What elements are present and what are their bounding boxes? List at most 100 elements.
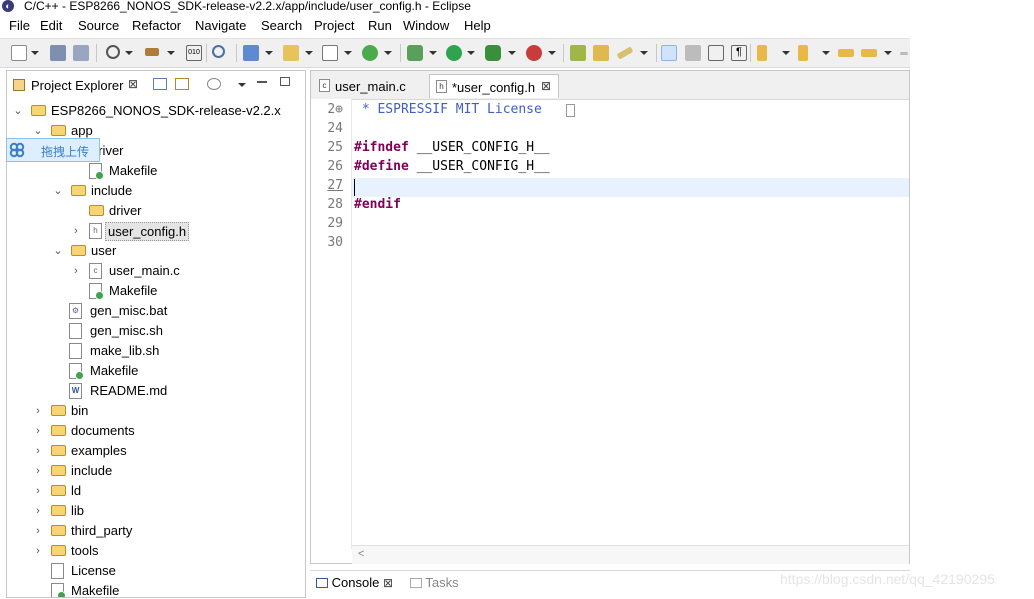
folder-dropdown-icon[interactable] <box>305 51 313 55</box>
run-config-dropdown-icon[interactable] <box>508 51 516 55</box>
tree-item[interactable]: Makefile <box>51 581 303 597</box>
menu-refactor[interactable]: Refactor <box>132 18 181 33</box>
minimize-icon[interactable] <box>257 81 267 83</box>
tree-item[interactable]: › include <box>33 461 303 481</box>
expand-icon[interactable]: › <box>33 421 43 441</box>
save-all-icon[interactable] <box>73 45 89 61</box>
tree-item[interactable]: ⌄ ESP8266_NONOS_SDK-release-v2.2.x <box>13 101 303 121</box>
horizontal-scrollbar[interactable]: < <box>352 545 909 564</box>
tab-console[interactable]: Console ⊠ <box>316 575 393 590</box>
tree-item[interactable]: › lib <box>33 501 303 521</box>
tree-item[interactable]: License <box>51 561 303 581</box>
filter-icon[interactable] <box>207 78 221 90</box>
paragraph-icon[interactable]: ¶ <box>731 45 747 61</box>
menu-file[interactable]: File <box>9 18 30 33</box>
next-annotation-icon[interactable] <box>757 45 767 61</box>
next-annotation-dropdown-icon[interactable] <box>782 51 790 55</box>
close-icon[interactable]: ⊠ <box>128 77 138 91</box>
view-menu-icon[interactable] <box>238 83 246 87</box>
tree-item[interactable]: › tools <box>33 541 303 561</box>
debug-bug-icon[interactable] <box>407 45 423 61</box>
settings-icon[interactable] <box>106 45 120 59</box>
debug-dropdown-icon[interactable] <box>429 51 437 55</box>
save-icon[interactable] <box>50 45 66 61</box>
build-dropdown-icon[interactable] <box>167 51 175 55</box>
tree-item[interactable]: W README.md <box>69 381 303 401</box>
tree-item[interactable]: Makefile <box>69 361 303 381</box>
tab-user-config-h[interactable]: h *user_config.h ⊠ <box>429 74 559 98</box>
brush-dropdown-icon[interactable] <box>640 51 648 55</box>
tree-item[interactable]: Makefile <box>89 161 303 181</box>
tree-item[interactable]: make_lib.sh <box>69 341 303 361</box>
expand-icon[interactable]: › <box>71 221 81 241</box>
tree-item[interactable]: › third_party <box>33 521 303 541</box>
tab-user-main-c[interactable]: c user_main.c <box>313 74 429 98</box>
tab-tasks[interactable]: Tasks <box>410 575 459 590</box>
expand-icon[interactable]: ⌄ <box>53 181 63 201</box>
new-project-dropdown-icon[interactable] <box>265 51 273 55</box>
forward-icon[interactable] <box>900 52 908 55</box>
binary-icon[interactable]: 010 <box>186 45 202 61</box>
scroll-left-icon[interactable]: < <box>358 548 364 560</box>
run-icon[interactable] <box>446 45 462 61</box>
expand-icon[interactable]: › <box>33 441 43 461</box>
search-icon[interactable] <box>212 45 225 58</box>
expand-icon[interactable]: ⌄ <box>53 241 63 261</box>
prev-annotation-dropdown-icon[interactable] <box>822 51 830 55</box>
menu-search[interactable]: Search <box>261 18 302 33</box>
file-dropdown-icon[interactable] <box>344 51 352 55</box>
maximize-icon[interactable] <box>280 77 290 86</box>
external-tools-dropdown-icon[interactable] <box>548 51 556 55</box>
drag-upload-overlay[interactable]: 拖拽上传 <box>6 138 100 162</box>
open-resource-icon[interactable] <box>593 45 609 61</box>
tree-item[interactable]: ⌄ include <box>53 181 303 201</box>
code-area[interactable]: * ESPRESSIF MIT License #ifndef __USER_C… <box>352 99 909 549</box>
prev-annotation-icon[interactable] <box>798 45 808 61</box>
new-dropdown-icon[interactable] <box>31 51 39 55</box>
menu-project[interactable]: Project <box>314 18 354 33</box>
menu-help[interactable]: Help <box>464 18 491 33</box>
expand-icon[interactable]: › <box>33 521 43 541</box>
tree-item[interactable]: › h user_config.h <box>71 221 303 241</box>
class-dropdown-icon[interactable] <box>384 51 392 55</box>
line-number[interactable]: 2⊕ <box>311 102 343 117</box>
new-file-icon[interactable] <box>322 45 338 61</box>
close-icon[interactable]: ⊠ <box>383 576 393 590</box>
tree-item[interactable]: ⌄ user <box>53 241 303 261</box>
expand-icon[interactable]: › <box>33 501 43 521</box>
last-edit-icon[interactable] <box>838 49 854 57</box>
tree-item[interactable]: › bin <box>33 401 303 421</box>
tree-item[interactable]: › c user_main.c <box>71 261 303 281</box>
open-folder-icon[interactable] <box>283 45 299 61</box>
collapse-all-icon[interactable] <box>153 78 167 90</box>
mark-occurrences-icon[interactable] <box>661 45 677 61</box>
project-explorer-tab[interactable]: Project Explorer ⊠ <box>9 73 145 95</box>
back-dropdown-icon[interactable] <box>884 51 892 55</box>
menu-window[interactable]: Window <box>403 18 449 33</box>
run-config-icon[interactable] <box>485 45 501 61</box>
show-whitespace-icon[interactable] <box>708 45 724 61</box>
link-editor-icon[interactable] <box>175 78 189 90</box>
tree-item[interactable]: gen_misc.sh <box>69 321 303 341</box>
expand-icon[interactable]: › <box>33 541 43 561</box>
back-icon[interactable] <box>861 49 877 57</box>
new-project-icon[interactable] <box>243 45 259 61</box>
folded-block-icon[interactable] <box>566 104 575 117</box>
block-selection-icon[interactable] <box>685 45 701 61</box>
open-type-icon[interactable] <box>570 45 586 61</box>
expand-icon[interactable]: › <box>33 461 43 481</box>
tree-item[interactable]: › documents <box>33 421 303 441</box>
tree-item[interactable]: Makefile <box>89 281 303 301</box>
tree-item[interactable]: › ld <box>33 481 303 501</box>
new-icon[interactable] <box>11 45 27 61</box>
expand-icon[interactable]: › <box>71 261 81 281</box>
tree-item[interactable]: ⚙ gen_misc.bat <box>69 301 303 321</box>
external-tools-icon[interactable] <box>526 45 542 61</box>
build-hammer-icon[interactable] <box>145 48 159 56</box>
menu-navigate[interactable]: Navigate <box>195 18 246 33</box>
new-class-icon[interactable] <box>362 45 378 61</box>
tree-item[interactable]: › examples <box>33 441 303 461</box>
brush-icon[interactable] <box>616 46 634 60</box>
run-dropdown-icon[interactable] <box>467 51 475 55</box>
settings-dropdown-icon[interactable] <box>125 51 133 55</box>
